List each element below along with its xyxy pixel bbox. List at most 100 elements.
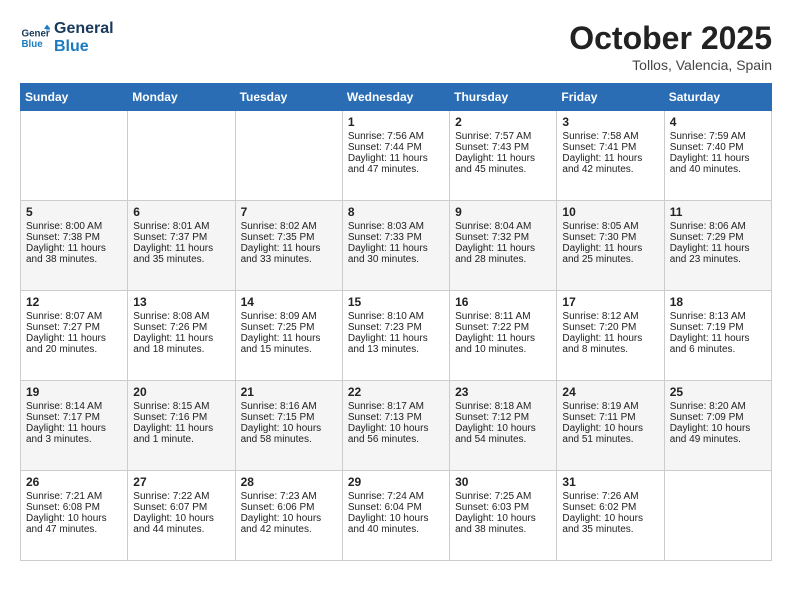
- sunset-text: Sunset: 7:30 PM: [562, 232, 658, 243]
- day-number: 10: [562, 205, 658, 219]
- sunrise-text: Sunrise: 8:15 AM: [133, 401, 229, 412]
- sunset-text: Sunset: 7:12 PM: [455, 412, 551, 423]
- calendar-cell: 25 Sunrise: 8:20 AMSunset: 7:09 PMDayligh…: [664, 381, 771, 471]
- sunrise-text: Sunrise: 8:08 AM: [133, 311, 229, 322]
- sunset-text: Sunset: 6:02 PM: [562, 502, 658, 513]
- sunset-text: Sunset: 6:08 PM: [26, 502, 122, 513]
- calendar-cell: 8Sunrise: 8:03 AMSunset: 7:33 PMDaylight…: [342, 201, 449, 291]
- sunset-text: Sunset: 7:13 PM: [348, 412, 444, 423]
- calendar-cell: 28Sunrise: 7:23 AMSunset: 6:06 PMDayligh…: [235, 471, 342, 561]
- daylight-text: Daylight: 11 hours and 40 minutes.: [670, 153, 766, 175]
- col-header-wednesday: Wednesday: [342, 84, 449, 111]
- sunset-text: Sunset: 7:11 PM: [562, 412, 658, 423]
- sunset-text: Sunset: 7:26 PM: [133, 322, 229, 333]
- sunrise-text: Sunrise: 7:56 AM: [348, 131, 444, 142]
- sunset-text: Sunset: 7:20 PM: [562, 322, 658, 333]
- daylight-text: Daylight: 11 hours and 13 minutes.: [348, 333, 444, 355]
- calendar-cell: 24Sunrise: 8:19 AMSunset: 7:11 PMDayligh…: [557, 381, 664, 471]
- day-number: 21: [241, 385, 337, 399]
- daylight-text: Daylight: 10 hours and 35 minutes.: [562, 513, 658, 535]
- sunrise-text: Sunrise: 7:22 AM: [133, 491, 229, 502]
- daylight-text: Daylight: 11 hours and 45 minutes.: [455, 153, 551, 175]
- sunrise-text: Sunrise: 8:18 AM: [455, 401, 551, 412]
- day-number: 4: [670, 115, 766, 129]
- page-header: General Blue General Blue October 2025 T…: [20, 20, 772, 73]
- calendar-cell: 27Sunrise: 7:22 AMSunset: 6:07 PMDayligh…: [128, 471, 235, 561]
- sunset-text: Sunset: 6:06 PM: [241, 502, 337, 513]
- daylight-text: Daylight: 11 hours and 47 minutes.: [348, 153, 444, 175]
- sunrise-text: Sunrise: 8:06 AM: [670, 221, 766, 232]
- sunset-text: Sunset: 7:25 PM: [241, 322, 337, 333]
- calendar-cell: 22 Sunrise: 8:17 AMSunset: 7:13 PMDayligh…: [342, 381, 449, 471]
- sunrise-text: Sunrise: 8:11 AM: [455, 311, 551, 322]
- day-number: 7: [241, 205, 337, 219]
- calendar-week-4: 19Sunrise: 8:14 AMSunset: 7:17 PMDayligh…: [21, 381, 772, 471]
- daylight-text: Daylight: 10 hours and 49 minutes.: [670, 423, 766, 445]
- daylight-text: Daylight: 10 hours and 54 minutes.: [455, 423, 551, 445]
- daylight-text: Daylight: 11 hours and 38 minutes.: [26, 243, 122, 265]
- calendar-cell: 30Sunrise: 7:25 AMSunset: 6:03 PMDayligh…: [450, 471, 557, 561]
- day-number: 17: [562, 295, 658, 309]
- calendar-table: SundayMondayTuesdayWednesdayThursdayFrid…: [20, 83, 772, 561]
- sunrise-text: Sunrise: 8:02 AM: [241, 221, 337, 232]
- sunset-text: Sunset: 7:43 PM: [455, 142, 551, 153]
- sunrise-text: Sunrise: 8:20 AM: [670, 401, 766, 412]
- sunrise-text: Sunrise: 8:03 AM: [348, 221, 444, 232]
- sunset-text: Sunset: 6:03 PM: [455, 502, 551, 513]
- calendar-cell: 10Sunrise: 8:05 AMSunset: 7:30 PMDayligh…: [557, 201, 664, 291]
- daylight-text: Daylight: 11 hours and 42 minutes.: [562, 153, 658, 175]
- day-number: 2: [455, 115, 551, 129]
- sunset-text: Sunset: 7:29 PM: [670, 232, 766, 243]
- sunset-text: Sunset: 7:41 PM: [562, 142, 658, 153]
- calendar-week-3: 12Sunrise: 8:07 AMSunset: 7:27 PMDayligh…: [21, 291, 772, 381]
- day-number: 25: [670, 385, 766, 399]
- calendar-cell: [664, 471, 771, 561]
- day-number: 28: [241, 475, 337, 489]
- calendar-cell: 20Sunrise: 8:15 AMSunset: 7:16 PMDayligh…: [128, 381, 235, 471]
- daylight-text: Daylight: 11 hours and 20 minutes.: [26, 333, 122, 355]
- calendar-cell: 2Sunrise: 7:57 AMSunset: 7:43 PMDaylight…: [450, 111, 557, 201]
- sunset-text: Sunset: 7:40 PM: [670, 142, 766, 153]
- calendar-cell: 9Sunrise: 8:04 AMSunset: 7:32 PMDaylight…: [450, 201, 557, 291]
- day-number: 5: [26, 205, 122, 219]
- calendar-week-2: 5Sunrise: 8:00 AMSunset: 7:38 PMDaylight…: [21, 201, 772, 291]
- daylight-text: Daylight: 11 hours and 6 minutes.: [670, 333, 766, 355]
- daylight-text: Daylight: 11 hours and 28 minutes.: [455, 243, 551, 265]
- calendar-cell: 16Sunrise: 8:11 AMSunset: 7:22 PMDayligh…: [450, 291, 557, 381]
- month-title: October 2025: [569, 20, 772, 57]
- sunrise-text: Sunrise: 8:13 AM: [670, 311, 766, 322]
- logo-general: General: [54, 20, 114, 38]
- sunset-text: Sunset: 7:09 PM: [670, 412, 766, 423]
- col-header-tuesday: Tuesday: [235, 84, 342, 111]
- calendar-cell: 5Sunrise: 8:00 AMSunset: 7:38 PMDaylight…: [21, 201, 128, 291]
- calendar-cell: [235, 111, 342, 201]
- svg-text:Blue: Blue: [22, 39, 44, 50]
- sunset-text: Sunset: 7:35 PM: [241, 232, 337, 243]
- daylight-text: Daylight: 11 hours and 1 minute.: [133, 423, 229, 445]
- day-number: 30: [455, 475, 551, 489]
- calendar-cell: 4Sunrise: 7:59 AMSunset: 7:40 PMDaylight…: [664, 111, 771, 201]
- day-number: 24: [562, 385, 658, 399]
- day-number: 22: [348, 385, 444, 399]
- sunset-text: Sunset: 7:44 PM: [348, 142, 444, 153]
- daylight-text: Daylight: 11 hours and 10 minutes.: [455, 333, 551, 355]
- sunrise-text: Sunrise: 8:17 AM: [348, 401, 444, 412]
- sunset-text: Sunset: 7:33 PM: [348, 232, 444, 243]
- sunset-text: Sunset: 7:37 PM: [133, 232, 229, 243]
- daylight-text: Daylight: 10 hours and 38 minutes.: [455, 513, 551, 535]
- day-number: 23: [455, 385, 551, 399]
- logo-blue: Blue: [54, 38, 114, 56]
- day-number: 19: [26, 385, 122, 399]
- sunset-text: Sunset: 7:22 PM: [455, 322, 551, 333]
- sunset-text: Sunset: 7:38 PM: [26, 232, 122, 243]
- sunset-text: Sunset: 7:32 PM: [455, 232, 551, 243]
- day-number: 26: [26, 475, 122, 489]
- sunrise-text: Sunrise: 8:05 AM: [562, 221, 658, 232]
- sunset-text: Sunset: 7:15 PM: [241, 412, 337, 423]
- calendar-week-1: 1Sunrise: 7:56 AMSunset: 7:44 PMDaylight…: [21, 111, 772, 201]
- sunset-text: Sunset: 7:19 PM: [670, 322, 766, 333]
- daylight-text: Daylight: 10 hours and 44 minutes.: [133, 513, 229, 535]
- calendar-cell: 23 Sunrise: 8:18 AMSunset: 7:12 PMDayligh…: [450, 381, 557, 471]
- daylight-text: Daylight: 10 hours and 42 minutes.: [241, 513, 337, 535]
- daylight-text: Daylight: 10 hours and 56 minutes.: [348, 423, 444, 445]
